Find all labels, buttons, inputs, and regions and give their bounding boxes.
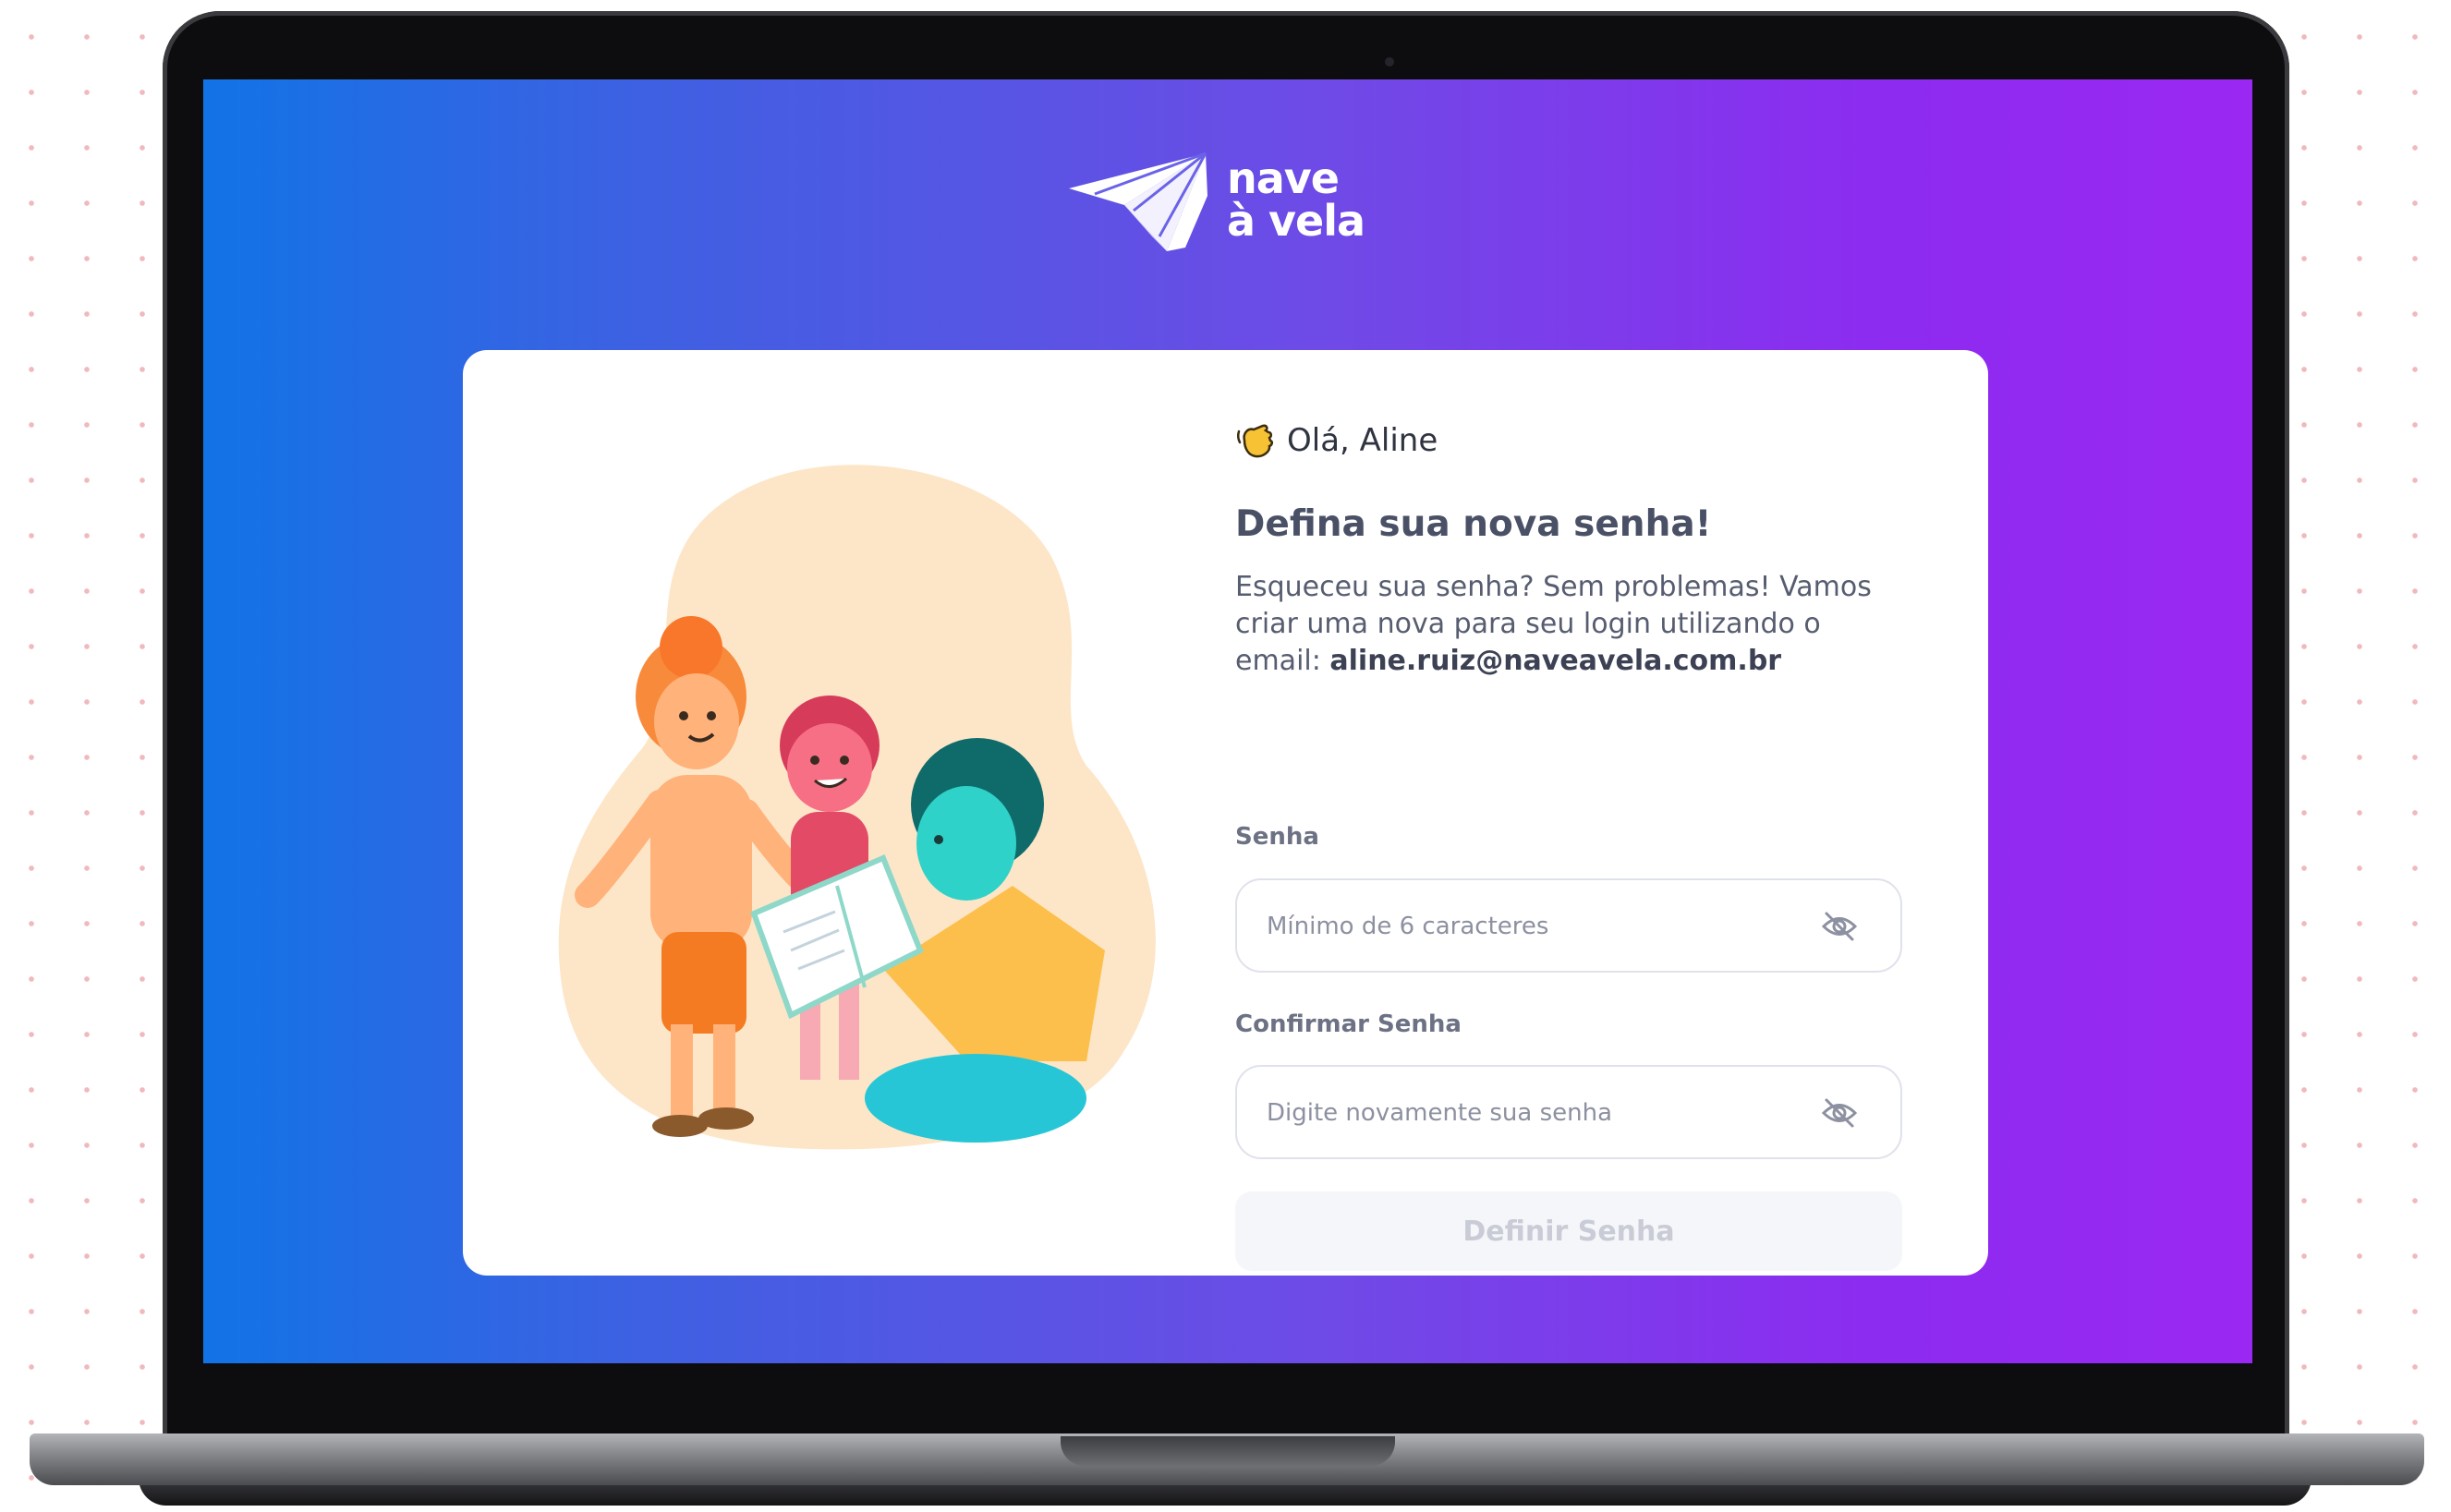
greeting: Olá, Aline xyxy=(1235,420,1438,461)
app-screen: nave à vela Olá, Aline Defina sua nova s… xyxy=(203,79,2252,1363)
laptop-notch xyxy=(1061,1436,1395,1466)
brand-wordmark: nave à vela xyxy=(1227,157,1365,242)
page-title: Defina sua nova senha! xyxy=(1235,503,1712,545)
reset-password-card: Olá, Aline Defina sua nova senha! Esquec… xyxy=(463,350,1988,1276)
kids-reading-illustration xyxy=(558,465,1156,1150)
confirm-password-field xyxy=(1235,1065,1902,1159)
paper-plane-logo-icon xyxy=(1069,151,1207,251)
confirm-password-input[interactable] xyxy=(1265,1067,1786,1159)
password-input[interactable] xyxy=(1265,880,1786,973)
user-email: aline.ruiz@naveavela.com.br xyxy=(1329,645,1782,677)
webcam xyxy=(1385,57,1394,67)
confirm-password-label: Confirmar Senha xyxy=(1235,1010,1462,1038)
brand-name-line1: nave xyxy=(1227,153,1340,203)
password-label: Senha xyxy=(1235,823,1319,851)
brand-logo: nave à vela xyxy=(1067,151,1400,253)
description: Esqueceu sua senha? Sem problemas! Vamos… xyxy=(1235,569,1914,680)
set-password-button[interactable]: Definir Senha xyxy=(1235,1191,1902,1271)
waving-hand-icon xyxy=(1236,424,1274,458)
password-field xyxy=(1235,878,1902,973)
greeting-text: Olá, Aline xyxy=(1287,422,1438,459)
brand-name-line2: à vela xyxy=(1227,196,1365,246)
eye-slash-icon[interactable] xyxy=(1821,911,1858,942)
eye-slash-icon[interactable] xyxy=(1821,1097,1858,1129)
